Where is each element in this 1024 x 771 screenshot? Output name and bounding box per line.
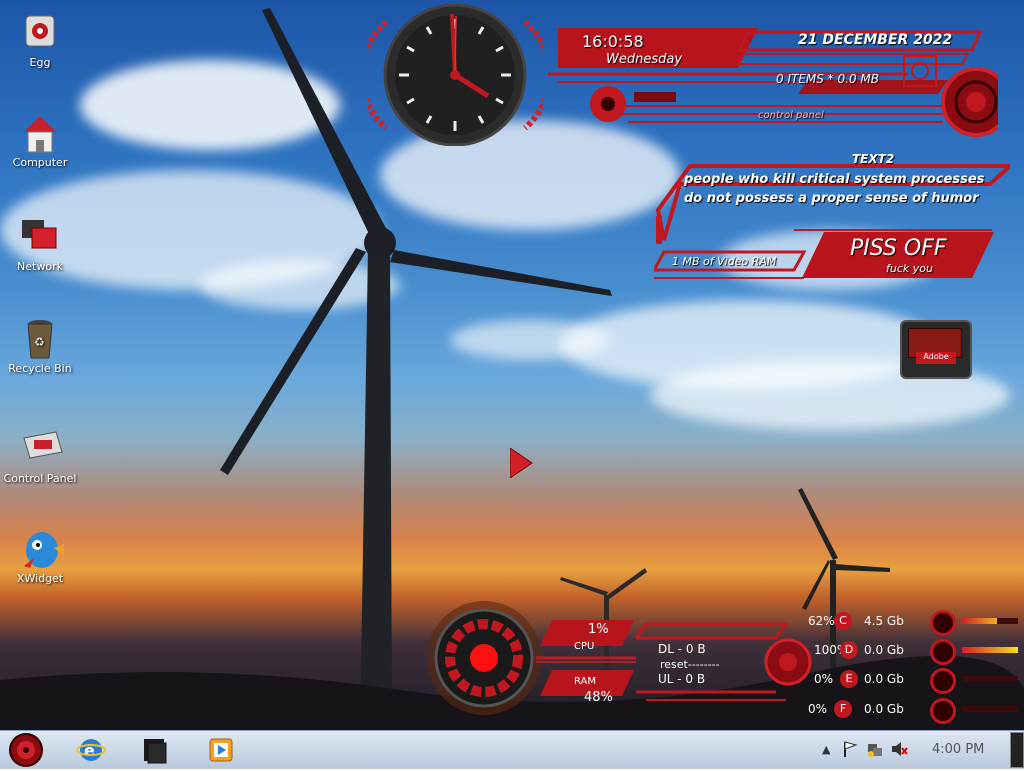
desktop-icon-label: XWidget: [16, 572, 64, 585]
ram-value: 48%: [584, 690, 613, 705]
network-tray-icon[interactable]: [866, 740, 884, 762]
drive-ring-icon: [930, 698, 956, 724]
video-small-text: fuck you: [886, 262, 933, 275]
ram-label: RAM: [574, 676, 597, 687]
taskbar-clock[interactable]: 4:00 PM: [932, 742, 984, 757]
show-hidden-icons-chevron-icon[interactable]: ▲: [822, 743, 830, 756]
clock-day: Wednesday: [606, 52, 683, 67]
desktop-icon-recycle-bin[interactable]: ♻ Recycle Bin: [2, 318, 78, 375]
text-widget-title: TEXT2: [852, 152, 895, 166]
network-download: DL - 0 B: [658, 642, 706, 656]
recycle-bin-icon: ♻: [20, 318, 60, 359]
cpu-ram-widget: 1% CPU RAM 48%: [426, 598, 636, 716]
cpu-value: 1%: [588, 622, 609, 637]
xwidget-icon: [20, 528, 64, 568]
datetime-widget[interactable]: 16:0:58 Wednesday 21 DECEMBER 2022 0 ITE…: [548, 10, 998, 140]
drive-usage-bar: [962, 618, 1018, 624]
desktop-icon-label: Egg: [29, 56, 51, 69]
drive-size: 4.5 Gb: [864, 614, 904, 628]
action-center-flag-icon[interactable]: [842, 740, 858, 762]
desktop-icon-computer[interactable]: Computer: [2, 112, 78, 169]
computer-icon: [20, 112, 60, 153]
drive-size: 0.0 Gb: [864, 702, 904, 716]
drive-row: 100% D 0.0 Gb: [800, 639, 1022, 665]
desktop-icon-network[interactable]: Network: [2, 216, 78, 273]
cursor-arrow-icon: [510, 448, 533, 478]
drive-percent: 62%: [808, 614, 835, 628]
desktop-icon-label: Control Panel: [3, 472, 77, 485]
drive-row: 62% C 4.5 Gb: [800, 610, 1022, 636]
desktop-icon-label: Computer: [12, 156, 68, 169]
drive-ring-icon: [930, 668, 956, 694]
internet-explorer-icon[interactable]: e: [76, 735, 106, 765]
taskbar: e ▲ 4:00 PM: [0, 730, 1024, 769]
drive-ring-icon: [930, 610, 956, 636]
drive-usage-bar: [962, 676, 1018, 682]
drive-letter-badge: E: [840, 670, 858, 688]
desktop-icon-xwidget[interactable]: XWidget: [2, 528, 78, 585]
start-orb-icon[interactable]: [8, 733, 44, 767]
video-ram-value: 1 MB of Video RAM: [672, 255, 777, 268]
drive-letter-badge: C: [834, 612, 852, 630]
drive-size: 0.0 Gb: [864, 643, 904, 657]
cpu-label: CPU: [574, 641, 595, 652]
drive-usage-bar: [962, 647, 1018, 653]
video-ram-widget: 1 MB of Video RAM PISS OFF fuck you: [654, 222, 999, 288]
control-panel-icon: [20, 428, 63, 468]
adobe-label: Adobe: [916, 352, 956, 364]
desktop-icon-egg[interactable]: Egg: [2, 12, 78, 69]
svg-text:♻: ♻: [34, 335, 45, 349]
network-upload: UL - 0 B: [658, 672, 706, 686]
network-icon: [20, 216, 60, 256]
network-reset[interactable]: reset--------: [660, 658, 720, 671]
desktop-icon-label: Network: [17, 260, 63, 273]
drive-size: 0.0 Gb: [864, 672, 904, 686]
svg-text:e: e: [84, 741, 95, 760]
egg-icon: [20, 12, 60, 52]
drive-percent: 0%: [808, 702, 828, 716]
drive-ring-icon: [930, 639, 956, 665]
drive-letter-badge: F: [834, 700, 852, 718]
drive-usage-bar: [962, 706, 1018, 712]
adobe-launcher-icon[interactable]: Adobe: [900, 320, 972, 379]
file-explorer-icon[interactable]: [140, 735, 170, 765]
desktop-icon-label: Recycle Bin: [8, 362, 72, 375]
drive-letter-badge: D: [840, 641, 858, 659]
analog-clock-widget[interactable]: [358, 3, 553, 147]
network-widget: DL - 0 B reset-------- UL - 0 B: [636, 618, 816, 708]
drive-row: 0% E 0.0 Gb: [800, 668, 1022, 694]
show-desktop-button[interactable]: [1010, 732, 1024, 768]
video-big-text: PISS OFF: [850, 236, 947, 261]
drive-percent: 0%: [814, 672, 834, 686]
media-player-icon[interactable]: [206, 735, 236, 765]
text-widget-line2: do not possess a proper sense of humor: [684, 191, 979, 206]
recycle-items: 0 ITEMS * 0.0 MB: [776, 72, 879, 86]
control-panel-link[interactable]: control panel: [758, 110, 824, 121]
clock-time: 16:0:58: [582, 32, 644, 51]
text-widget-line1: people who kill critical system processe…: [684, 172, 985, 187]
clock-date: 21 DECEMBER 2022: [798, 32, 953, 48]
drive-row: 0% F 0.0 Gb: [800, 698, 1022, 724]
volume-muted-icon[interactable]: [890, 740, 908, 762]
desktop-icon-control-panel[interactable]: Control Panel: [2, 428, 78, 485]
drives-widget: 62% C 4.5 Gb 100% D 0.0 Gb 0% E 0.0 Gb 0…: [800, 606, 1022, 724]
